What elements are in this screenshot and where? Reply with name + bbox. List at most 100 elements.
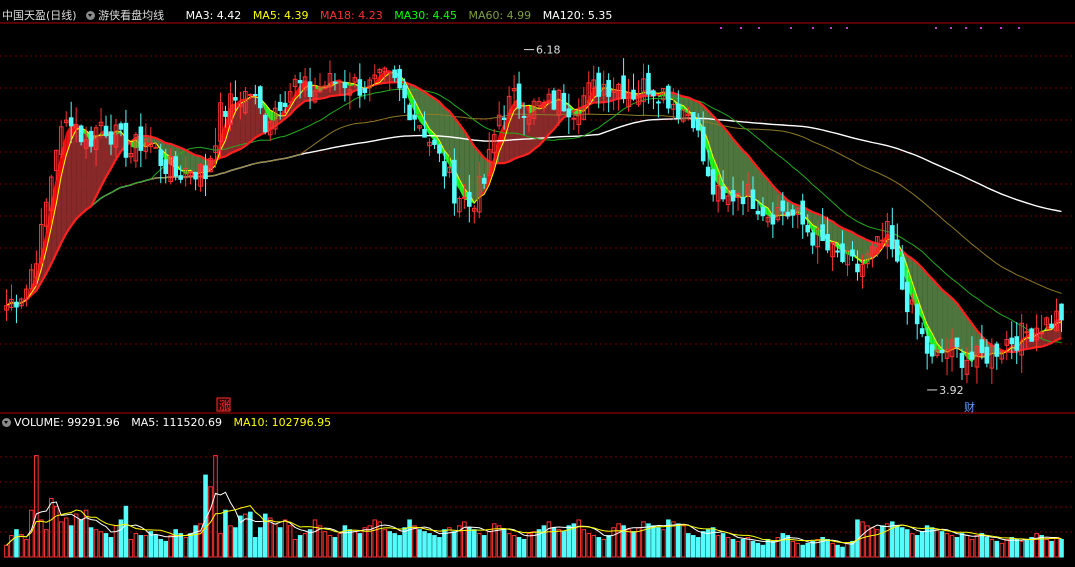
volume-bar[interactable] [312, 519, 318, 558]
volume-bar[interactable] [1049, 540, 1054, 558]
volume-bar[interactable] [392, 533, 397, 558]
candle-body[interactable] [919, 328, 925, 335]
volume-bar[interactable] [959, 533, 965, 558]
volume-bar[interactable] [671, 521, 676, 558]
volume-bar[interactable] [785, 535, 791, 558]
volume-bar[interactable] [825, 538, 830, 558]
volume-bar[interactable] [735, 540, 741, 558]
volume-bar[interactable] [93, 529, 99, 558]
candle-body[interactable] [412, 114, 417, 120]
volume-bar[interactable] [372, 519, 378, 558]
candle-body[interactable] [825, 233, 830, 251]
candle-body[interactable] [790, 209, 796, 216]
candle-body[interactable] [695, 119, 701, 131]
volume-bar[interactable] [964, 535, 970, 558]
candle-body[interactable] [392, 69, 397, 79]
candle-body[interactable] [720, 186, 726, 200]
volume-bar[interactable] [755, 542, 761, 558]
volume-bar[interactable] [546, 521, 552, 558]
volume-bar[interactable] [894, 525, 900, 558]
candle-body[interactable] [899, 256, 905, 290]
volume-bar[interactable] [501, 529, 507, 558]
volume-bar[interactable] [1059, 538, 1064, 558]
candle-body[interactable] [163, 159, 169, 174]
candle-body[interactable] [904, 281, 910, 313]
stock-label[interactable]: 中国天盈(日线) [2, 9, 77, 22]
volume-bar[interactable] [924, 525, 930, 558]
volume-bar[interactable] [63, 517, 69, 558]
candle-body[interactable] [248, 93, 253, 96]
volume-bar[interactable] [367, 525, 373, 558]
volume-bar[interactable] [1014, 538, 1020, 558]
volume-bar[interactable] [476, 533, 482, 558]
volume-bar[interactable] [223, 509, 228, 558]
volume-bar[interactable] [253, 537, 258, 558]
volume-bar[interactable] [481, 535, 487, 558]
volume-bar[interactable] [715, 535, 721, 558]
candle-body[interactable] [805, 224, 811, 233]
volume-bar[interactable] [954, 537, 960, 558]
candle-body[interactable] [785, 211, 791, 217]
volume-bar[interactable] [68, 525, 74, 558]
candle-body[interactable] [78, 125, 84, 143]
volume-bar[interactable] [750, 540, 756, 558]
volume-bar[interactable] [690, 535, 696, 558]
volume-bar[interactable] [397, 535, 402, 558]
volume-bar[interactable] [407, 519, 412, 558]
volume-bar[interactable] [989, 538, 995, 558]
volume-bar[interactable] [1004, 538, 1010, 558]
volume-bar[interactable] [267, 517, 273, 558]
volume-bar[interactable] [929, 527, 935, 558]
volume-bar[interactable] [909, 533, 915, 558]
volume-bar[interactable] [904, 529, 910, 558]
candle-body[interactable] [233, 97, 238, 101]
volume-bar[interactable] [556, 529, 562, 558]
volume-bar[interactable] [561, 531, 567, 558]
candle-body[interactable] [108, 131, 114, 145]
candle-body[interactable] [342, 82, 348, 89]
candle-body[interactable] [760, 206, 766, 217]
candle-body[interactable] [705, 166, 711, 177]
volume-bar[interactable] [581, 529, 587, 558]
candle-body[interactable] [700, 126, 706, 162]
volume-bar[interactable] [213, 455, 218, 558]
volume-bar[interactable] [437, 537, 442, 558]
volume-bar[interactable] [158, 538, 164, 558]
candle-body[interactable] [676, 103, 681, 118]
chart-canvas[interactable]: 6.18 3.92 涨 财 [0, 0, 1075, 563]
volume-bar[interactable] [790, 540, 796, 558]
candle-body[interactable] [1029, 328, 1034, 342]
volume-bar[interactable] [606, 535, 611, 558]
volume-bar[interactable] [452, 531, 457, 558]
candle-body[interactable] [1049, 323, 1054, 329]
volume-bar[interactable] [153, 535, 159, 558]
volume-bar[interactable] [695, 537, 701, 558]
candle-body[interactable] [407, 104, 412, 121]
candle-body[interactable] [387, 71, 392, 74]
candle-body[interactable] [262, 114, 268, 133]
candle-body[interactable] [755, 210, 761, 215]
candle-body[interactable] [452, 159, 457, 204]
candle-body[interactable] [68, 117, 74, 127]
volume-bar[interactable] [845, 542, 850, 558]
volume-bar[interactable] [835, 544, 840, 558]
candle-body[interactable] [253, 93, 258, 96]
volume-bar[interactable] [467, 527, 472, 558]
candle-body[interactable] [123, 122, 129, 158]
candle-body[interactable] [890, 225, 895, 250]
volume-bar[interactable] [591, 535, 597, 558]
candle-body[interactable] [666, 85, 671, 109]
candle-body[interactable] [770, 214, 776, 225]
volume-bar[interactable] [352, 531, 358, 558]
candle-body[interactable] [1009, 337, 1015, 345]
candle-body[interactable] [402, 85, 407, 99]
volume-bar[interactable] [138, 535, 144, 558]
volume-bar[interactable] [1029, 537, 1034, 558]
volume-bar[interactable] [681, 525, 686, 558]
volume-bar[interactable] [168, 535, 174, 558]
candle-body[interactable] [954, 337, 960, 348]
volume-bar[interactable] [73, 513, 79, 558]
volume-bar[interactable] [1024, 538, 1029, 558]
candle-body[interactable] [138, 126, 144, 151]
volume-bar[interactable] [770, 540, 776, 558]
